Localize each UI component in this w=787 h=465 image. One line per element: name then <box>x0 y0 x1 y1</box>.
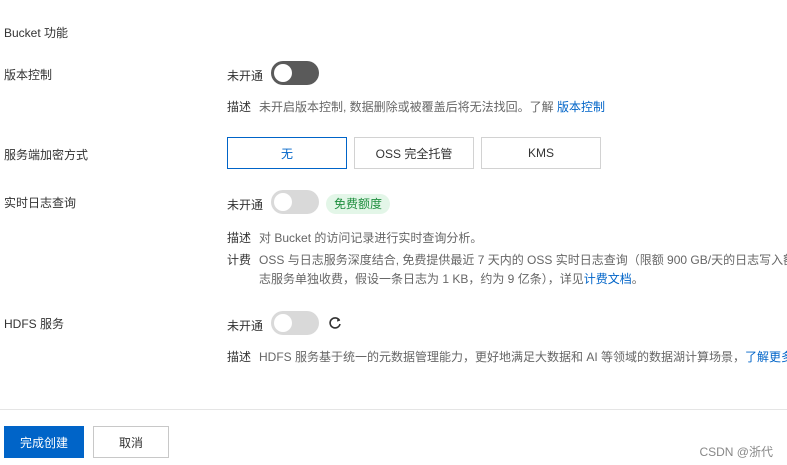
encryption-option-none[interactable]: 无 <box>227 137 347 169</box>
toggle-knob <box>274 314 292 332</box>
desc-key: 描述 <box>227 350 252 364</box>
free-quota-badge: 免费额度 <box>326 194 391 214</box>
billing-key: 计费 <box>227 253 252 267</box>
versioning-label: 版本控制 <box>4 68 53 82</box>
hdfs-learn-more-link[interactable]: 了解更多 <box>745 350 787 364</box>
hdfs-toggle[interactable] <box>271 311 319 335</box>
realtime-log-label: 实时日志查询 <box>4 196 77 210</box>
cancel-button[interactable]: 取消 <box>93 426 169 458</box>
section-title: Bucket 功能 <box>4 26 69 40</box>
refresh-icon[interactable] <box>327 315 343 331</box>
desc-text: 未开启版本控制, 数据删除或被覆盖后将无法找回。了解 <box>259 100 558 114</box>
footer-divider <box>0 409 787 410</box>
versioning-description: 描述 未开启版本控制, 数据删除或被覆盖后将无法找回。了解 版本控制 <box>227 98 605 115</box>
watermark: CSDN @浙代 <box>699 445 773 459</box>
hdfs-label: HDFS 服务 <box>4 317 65 331</box>
billing-doc-link[interactable]: 计费文档 <box>584 272 632 286</box>
hdfs-status: 未开通 <box>227 319 264 333</box>
billing-end: 。 <box>631 272 644 286</box>
desc-key: 描述 <box>227 231 252 245</box>
billing-text-2: 志服务单独收费，假设一条日志为 1 KB，约为 9 亿条），详见 <box>259 272 584 286</box>
realtime-log-status: 未开通 <box>227 198 264 212</box>
encryption-option-kms[interactable]: KMS <box>481 137 601 169</box>
realtime-log-toggle[interactable] <box>271 190 319 214</box>
hdfs-description: 描述 HDFS 服务基于统一的元数据管理能力，更好地满足大数据和 AI 等领域的数… <box>227 348 787 365</box>
encryption-label: 服务端加密方式 <box>4 148 89 162</box>
versioning-status: 未开通 <box>227 69 264 83</box>
realtime-log-description: 描述对 Bucket 的访问记录进行实时查询分析。 <box>227 229 482 246</box>
realtime-log-billing-line1: 计费 OSS 与日志服务深度结合, 免费提供最近 7 天内的 OSS 实时日志查询… <box>227 251 787 268</box>
billing-text-1: OSS 与日志服务深度结合, 免费提供最近 7 天内的 OSS 实时日志查询（限… <box>259 253 787 267</box>
desc-text: 对 Bucket 的访问记录进行实时查询分析。 <box>259 231 483 245</box>
submit-button[interactable]: 完成创建 <box>4 426 84 458</box>
toggle-knob <box>274 193 292 211</box>
versioning-doc-link[interactable]: 版本控制 <box>557 100 605 114</box>
realtime-log-billing-line2: 志服务单独收费，假设一条日志为 1 KB，约为 9 亿条），详见计费文档。 <box>259 270 644 287</box>
toggle-knob <box>274 64 292 82</box>
encryption-option-oss-managed[interactable]: OSS 完全托管 <box>354 137 474 169</box>
desc-key: 描述 <box>227 100 252 114</box>
versioning-toggle[interactable] <box>271 61 319 85</box>
desc-text: HDFS 服务基于统一的元数据管理能力，更好地满足大数据和 AI 等领域的数据湖… <box>259 350 746 364</box>
